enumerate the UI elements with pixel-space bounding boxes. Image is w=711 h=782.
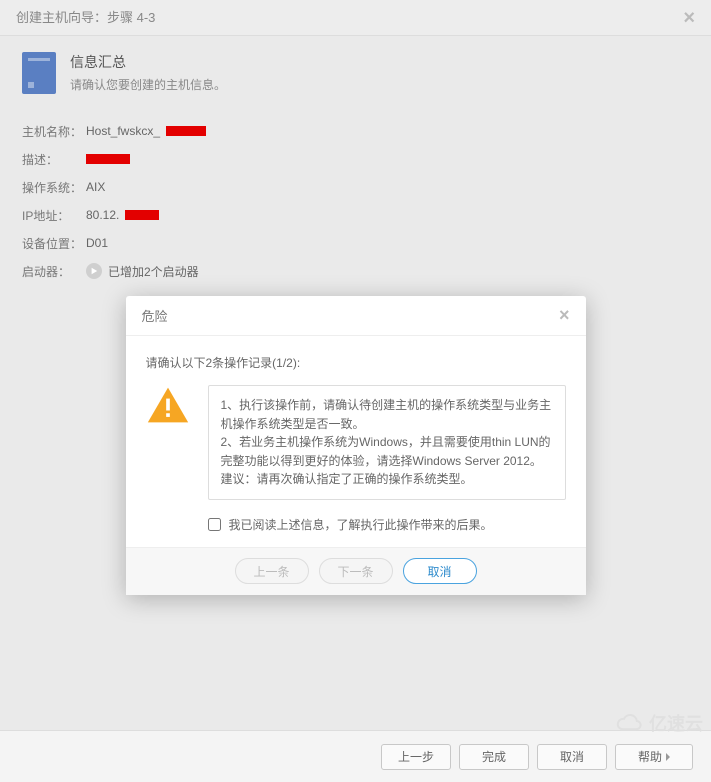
modal-overlay: 危险 × 请确认以下2条操作记录(1/2): 1、执行该操作前，请确认待创建主机… bbox=[0, 0, 711, 782]
modal-header: 危险 × bbox=[126, 296, 586, 336]
acknowledge-label: 我已阅读上述信息，了解执行此操作带来的后果。 bbox=[229, 516, 493, 533]
warning-text-box: 1、执行该操作前，请确认待创建主机的操作系统类型与业务主机操作系统类型是否一致。… bbox=[208, 385, 566, 500]
modal-prev-button[interactable]: 上一条 bbox=[235, 558, 309, 584]
warning-line-1: 1、执行该操作前，请确认待创建主机的操作系统类型与业务主机操作系统类型是否一致。 bbox=[221, 396, 553, 433]
danger-modal: 危险 × 请确认以下2条操作记录(1/2): 1、执行该操作前，请确认待创建主机… bbox=[126, 296, 586, 595]
warning-line-2: 2、若业务主机操作系统为Windows，并且需要使用thin LUN的完整功能以… bbox=[221, 433, 553, 470]
modal-body: 请确认以下2条操作记录(1/2): 1、执行该操作前，请确认待创建主机的操作系统… bbox=[126, 336, 586, 547]
warning-line-3: 建议：请再次确认指定了正确的操作系统类型。 bbox=[221, 470, 553, 489]
warning-row: 1、执行该操作前，请确认待创建主机的操作系统类型与业务主机操作系统类型是否一致。… bbox=[146, 385, 566, 500]
modal-title: 危险 bbox=[142, 306, 168, 325]
acknowledge-checkbox[interactable] bbox=[208, 518, 221, 531]
modal-cancel-button[interactable]: 取消 bbox=[403, 558, 477, 584]
modal-close-icon[interactable]: × bbox=[559, 305, 570, 326]
modal-footer: 上一条 下一条 取消 bbox=[126, 547, 586, 595]
warning-triangle-icon bbox=[146, 385, 190, 425]
confirm-text: 请确认以下2条操作记录(1/2): bbox=[146, 354, 566, 371]
modal-next-button[interactable]: 下一条 bbox=[319, 558, 393, 584]
acknowledge-row[interactable]: 我已阅读上述信息，了解执行此操作带来的后果。 bbox=[208, 516, 566, 533]
